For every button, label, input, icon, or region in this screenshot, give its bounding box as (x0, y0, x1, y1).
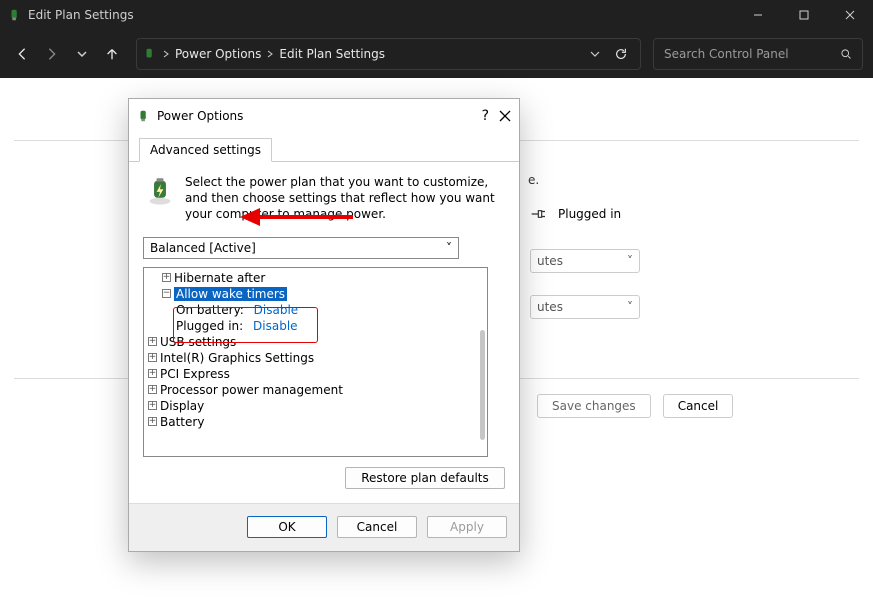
tree-item-display[interactable]: +Display (148, 398, 487, 414)
tree-item-on-battery[interactable]: On battery: Disable (148, 302, 487, 318)
navbar: Power Options Edit Plan Settings Search … (0, 30, 873, 78)
ok-button[interactable]: OK (247, 516, 327, 538)
tree-item-pci[interactable]: +PCI Express (148, 366, 487, 382)
recent-dropdown[interactable] (70, 38, 94, 70)
chevron-right-icon (163, 50, 169, 58)
close-button[interactable] (499, 110, 511, 122)
collapse-icon[interactable]: − (162, 289, 171, 298)
refresh-icon[interactable] (614, 47, 628, 61)
chevron-down-icon: ˅ (627, 300, 633, 314)
tree-item-plugged-in[interactable]: Plugged in: Disable (148, 318, 487, 334)
battery-icon (143, 174, 177, 208)
sleep-pc-combo[interactable]: utes˅ (530, 295, 640, 319)
restore-defaults-button[interactable]: Restore plan defaults (345, 467, 505, 489)
maximize-button[interactable] (781, 0, 827, 30)
breadcrumb-edit-plan[interactable]: Edit Plan Settings (279, 47, 385, 61)
save-changes-button[interactable]: Save changes (537, 394, 651, 418)
app-icon (8, 8, 22, 22)
minimize-button[interactable] (735, 0, 781, 30)
expand-icon[interactable]: + (148, 401, 157, 410)
tree-item-hibernate[interactable]: +Hibernate after (148, 270, 487, 286)
search-icon (840, 48, 852, 60)
apply-button[interactable]: Apply (427, 516, 507, 538)
sleep-display-combo[interactable]: utes˅ (530, 249, 640, 273)
value-plugged-in[interactable]: Disable (253, 319, 298, 333)
dialog-description: Select the power plan that you want to c… (185, 174, 505, 223)
power-options-dialog: Power Options ? Advanced settings Select… (128, 98, 520, 552)
help-button[interactable]: ? (482, 108, 489, 124)
background-page-fragment: e. Plugged in utes˅ utes˅ (530, 173, 640, 319)
value-on-battery[interactable]: Disable (254, 303, 299, 317)
tab-strip: Advanced settings (129, 133, 519, 162)
scrollbar[interactable] (480, 330, 485, 440)
plan-select[interactable]: Balanced [Active] ˅ (143, 237, 459, 259)
expand-icon[interactable]: + (162, 273, 171, 282)
power-icon (143, 47, 157, 61)
dialog-title: Power Options (157, 109, 243, 123)
app-window: Edit Plan Settings Power Options Edit Pl… (0, 0, 873, 600)
window-title: Edit Plan Settings (28, 8, 134, 22)
back-button[interactable] (10, 38, 34, 70)
chevron-down-icon[interactable] (590, 49, 600, 59)
plug-icon (530, 207, 550, 221)
tree-item-usb[interactable]: +USB settings (148, 334, 487, 350)
tree-item-graphics[interactable]: +Intel(R) Graphics Settings (148, 350, 487, 366)
expand-icon[interactable]: + (148, 417, 157, 426)
tree-item-battery[interactable]: +Battery (148, 414, 487, 430)
breadcrumb-power-options[interactable]: Power Options (175, 47, 261, 61)
close-button[interactable] (827, 0, 873, 30)
tab-advanced-settings[interactable]: Advanced settings (139, 138, 272, 162)
tree-item-allow-wake-timers[interactable]: −Allow wake timers (148, 286, 487, 302)
address-bar[interactable]: Power Options Edit Plan Settings (136, 38, 641, 70)
dialog-titlebar[interactable]: Power Options ? (129, 99, 519, 133)
expand-icon[interactable]: + (148, 385, 157, 394)
cancel-button[interactable]: Cancel (337, 516, 417, 538)
settings-tree[interactable]: +Hibernate after −Allow wake timers On b… (143, 267, 488, 457)
forward-button[interactable] (40, 38, 64, 70)
tree-item-processor[interactable]: +Processor power management (148, 382, 487, 398)
chevron-down-icon: ˅ (446, 241, 452, 255)
expand-icon[interactable]: + (148, 369, 157, 378)
expand-icon[interactable]: + (148, 353, 157, 362)
expand-icon[interactable]: + (148, 337, 157, 346)
search-input[interactable]: Search Control Panel (653, 38, 863, 70)
chevron-right-icon (267, 50, 273, 58)
chevron-down-icon: ˅ (627, 254, 633, 268)
up-button[interactable] (100, 38, 124, 70)
power-icon (137, 109, 151, 123)
cancel-button[interactable]: Cancel (663, 394, 734, 418)
titlebar: Edit Plan Settings (0, 0, 873, 30)
